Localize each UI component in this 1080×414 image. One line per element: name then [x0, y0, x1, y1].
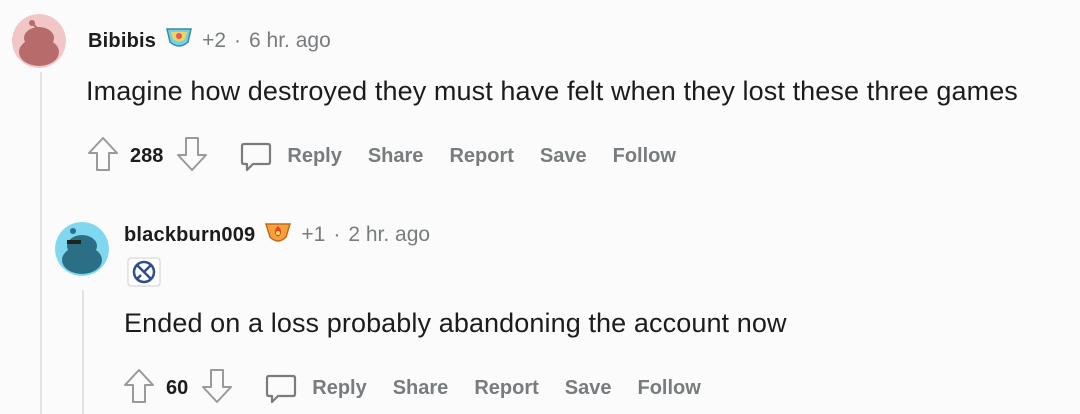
- save-button[interactable]: Save: [565, 377, 612, 400]
- downvote-arrow-icon[interactable]: [200, 367, 234, 410]
- comment-body: Imagine how destroyed they must have fel…: [86, 76, 1018, 106]
- share-button[interactable]: Share: [368, 145, 424, 168]
- follow-button[interactable]: Follow: [637, 377, 700, 400]
- award-fire-icon[interactable]: [263, 218, 293, 252]
- username[interactable]: blackburn009: [124, 224, 255, 247]
- downvote-arrow-icon[interactable]: [175, 135, 209, 178]
- report-button[interactable]: Report: [449, 145, 513, 168]
- upvote-arrow-icon[interactable]: [86, 135, 120, 178]
- vote-count: 288: [130, 145, 164, 167]
- share-button[interactable]: Share: [393, 377, 449, 400]
- avatar[interactable]: [12, 14, 66, 68]
- separator-dot: ·: [234, 29, 242, 52]
- username[interactable]: Bibibis: [88, 30, 156, 53]
- reply-label: Reply: [287, 145, 342, 167]
- save-button[interactable]: Save: [540, 145, 587, 168]
- comment-body: Ended on a loss probably abandoning the …: [124, 308, 787, 338]
- upvote-arrow-icon[interactable]: [122, 367, 156, 410]
- comment-meta: Bibibis +2 · 6 hr. ago: [88, 25, 331, 57]
- award-count: +2: [202, 29, 227, 52]
- reply-button[interactable]: Reply: [234, 372, 367, 406]
- award-gift-icon[interactable]: [164, 25, 194, 57]
- follow-button[interactable]: Follow: [613, 145, 676, 168]
- thread-line-reply[interactable]: [82, 290, 84, 414]
- comment-actions: 60 Reply Share Report Save Follow: [122, 367, 727, 410]
- award-count: +1: [301, 223, 326, 246]
- comment-bubble-icon: [266, 374, 297, 403]
- comment-bubble-icon: [241, 142, 272, 171]
- comment-meta: blackburn009 +1 · 2 hr. ago: [124, 218, 430, 252]
- thread-line[interactable]: [40, 72, 42, 414]
- reply-button[interactable]: Reply: [209, 140, 342, 174]
- avatar[interactable]: [55, 222, 109, 276]
- timestamp[interactable]: 6 hr. ago: [249, 29, 331, 53]
- report-button[interactable]: Report: [474, 377, 538, 400]
- reply-label: Reply: [312, 377, 367, 399]
- separator-dot: ·: [333, 223, 341, 246]
- vote-count: 60: [166, 377, 189, 399]
- timestamp[interactable]: 2 hr. ago: [348, 223, 430, 247]
- team-flair-icon: [127, 257, 161, 292]
- comment-thread: Bibibis +2 · 6 hr. ago Imagine how destr…: [0, 0, 1080, 414]
- comment-actions: 288 Reply Share Report Save Follow: [86, 135, 702, 178]
